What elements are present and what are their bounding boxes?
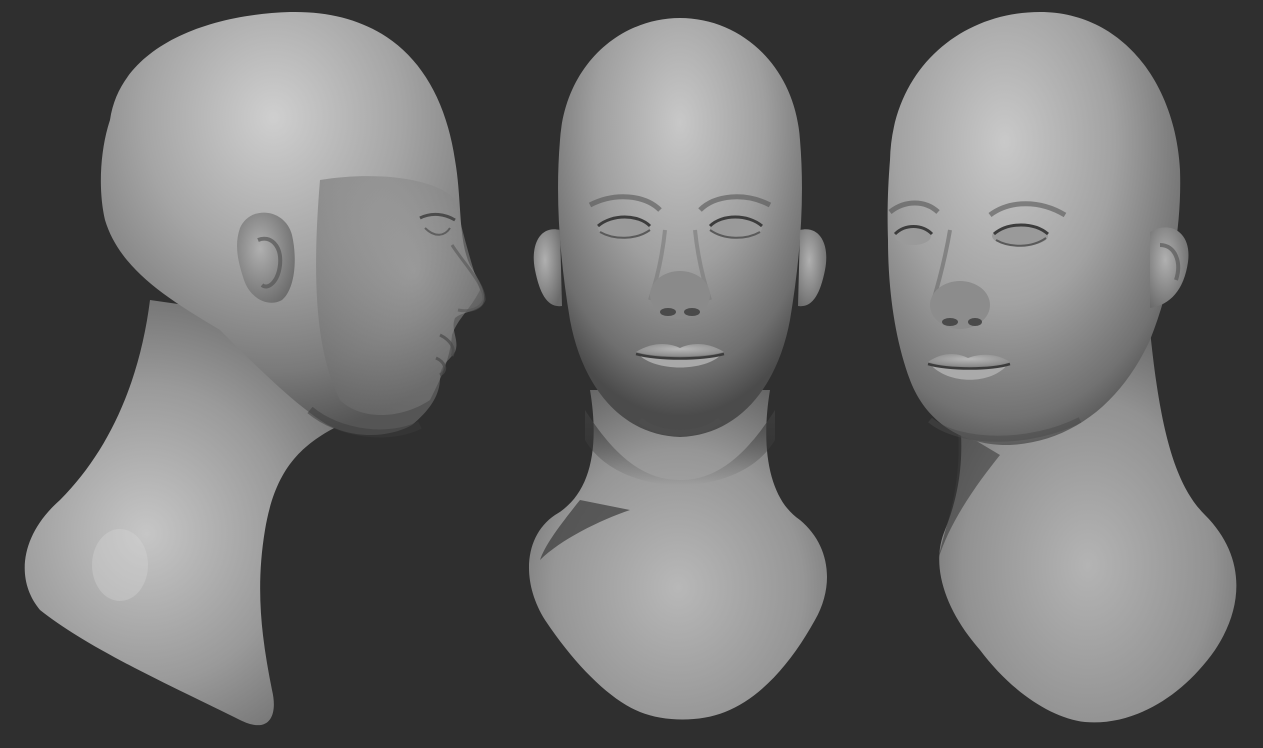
render-svg: [0, 0, 1263, 748]
sculpt-render-canvas: [0, 0, 1263, 748]
